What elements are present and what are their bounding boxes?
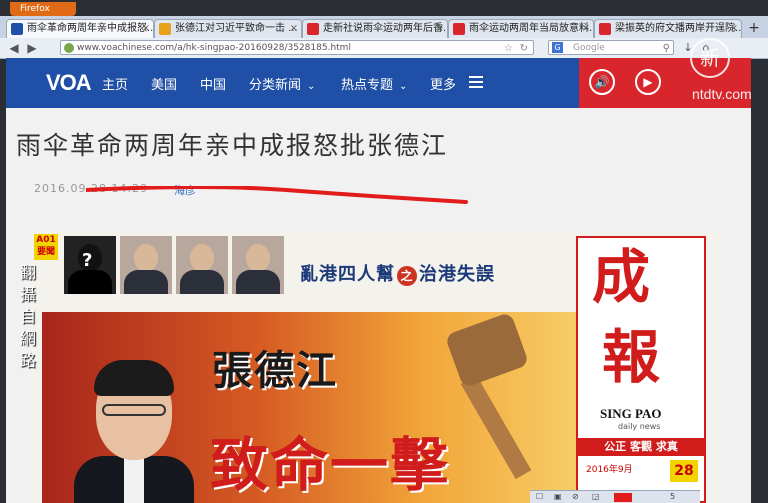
navigation-bar: ◀ ▶ www.voachinese.com/a/hk-singpao-2016… — [0, 38, 768, 59]
tab-label: 走新社说雨伞运动两年后香... — [323, 23, 448, 34]
portrait-body — [236, 270, 280, 294]
tab-label: 梁振英的府文播两岸开逞院... — [615, 23, 742, 34]
subhead-right: 治港失誤 — [419, 264, 495, 285]
subhead-left: 亂港四人幫 — [300, 264, 395, 285]
ntd-logo-icon: 新 — [690, 38, 730, 78]
masthead-english-sub: daily news — [618, 422, 661, 431]
tab-close-icon[interactable]: × — [290, 20, 298, 38]
bookmark-star-icon[interactable]: ☆ — [504, 41, 513, 56]
portrait-hair — [94, 360, 174, 396]
tab-umbrella-anniversary[interactable]: 雨伞运动两周年当局放意料... × — [448, 19, 594, 38]
site-favicon-icon — [159, 23, 171, 35]
chevron-down-icon: ⌄ — [307, 81, 316, 92]
screenshot-frame: Firefox 雨伞革命两周年亲中成报怒... × 张德江对习近平致命一击 ..… — [0, 0, 768, 503]
masthead-char-1: 成 — [592, 243, 651, 311]
site-favicon-icon — [307, 23, 319, 35]
url-bar[interactable]: www.voachinese.com/a/hk-singpao-20160928… — [60, 40, 534, 55]
sing-pao-masthead: 成 報 SING PAO daily news 公正 客觀 求真 2016年9月… — [576, 236, 706, 503]
tab-bar: 雨伞革命两周年亲中成报怒... × 张德江对习近平致命一击 ... × 走新社说… — [0, 16, 768, 38]
portrait-glasses — [102, 404, 166, 416]
portrait-official-2 — [176, 236, 228, 294]
portrait-official-3 — [232, 236, 284, 294]
gavel-icon — [444, 312, 530, 389]
nav-item-us[interactable]: 美国 — [151, 74, 177, 93]
subhead-connector: 之 — [397, 266, 417, 286]
chevron-down-icon: ⌄ — [399, 81, 408, 92]
back-button[interactable]: ◀ — [6, 40, 22, 56]
gavel-handle — [460, 374, 532, 480]
portrait-unknown: ? — [64, 236, 116, 294]
search-icon[interactable]: ⚲ — [663, 41, 670, 56]
masthead-date: 2016年9月 — [586, 465, 633, 475]
firefox-menu-button[interactable]: Firefox — [10, 2, 76, 16]
color-swatch[interactable] — [614, 493, 632, 502]
newspaper-headline-black: 張德江 — [212, 348, 338, 394]
toolbar-item-1[interactable]: ☐ — [536, 491, 543, 503]
site-identity-icon[interactable] — [64, 43, 74, 53]
nav-label: 分类新闻 — [249, 78, 302, 93]
newspaper-main-panel: 張德江 致命一擊 — [42, 312, 590, 503]
new-tab-button[interactable]: + — [745, 19, 763, 37]
question-mark: ? — [82, 250, 93, 271]
ntd-watermark: ntdtv.com — [692, 86, 752, 102]
menu-icon[interactable] — [469, 76, 483, 88]
portrait-head — [134, 244, 158, 272]
newspaper-headline-red: 致命一擊 — [210, 431, 451, 499]
masthead-day: 28 — [670, 460, 698, 482]
play-icon[interactable]: ▶ — [635, 69, 661, 95]
toolbar-item-3[interactable]: ⊘ — [572, 491, 579, 503]
newspaper-subhead: 亂港四人幫之治港失誤 — [300, 260, 495, 286]
site-favicon-icon — [599, 23, 611, 35]
reload-icon[interactable]: ↻ — [520, 41, 528, 56]
toolbar-item-4[interactable]: ◲ — [592, 491, 600, 503]
voa-header: VOA 主页 美国 中国 分类新闻 ⌄ 热点专题 ⌄ 更多 🔊 ▶ — [6, 58, 751, 108]
web-page: VOA 主页 美国 中国 分类新闻 ⌄ 热点专题 ⌄ 更多 🔊 ▶ 雨伞革命两周年亲… — [6, 58, 751, 503]
nav-item-home[interactable]: 主页 — [102, 74, 128, 93]
google-icon: G — [552, 42, 563, 53]
masthead-motto: 公正 客觀 求真 — [578, 438, 704, 456]
forward-button[interactable]: ▶ — [24, 40, 40, 56]
toolbar-item-5[interactable]: 5 — [670, 491, 675, 503]
tab-close-icon[interactable]: × — [730, 20, 738, 38]
nav-label: 热点专题 — [341, 78, 394, 93]
tab-close-icon[interactable]: × — [582, 20, 590, 38]
site-favicon-icon — [453, 23, 465, 35]
voa-logo[interactable]: VOA — [46, 70, 92, 96]
masthead-char-2: 報 — [602, 323, 661, 391]
tab-zhang-dejiang[interactable]: 张德江对习近平致命一击 ... × — [154, 19, 302, 38]
search-placeholder: Google — [573, 43, 605, 53]
article-headline: 雨伞革命两周年亲中成报怒批张德江 — [16, 131, 449, 160]
tab-close-icon[interactable]: × — [142, 20, 150, 38]
nav-item-topics[interactable]: 热点专题 ⌄ — [341, 74, 407, 93]
portrait-body — [68, 270, 112, 294]
audio-icon[interactable]: 🔊 — [589, 69, 615, 95]
portrait-body — [180, 270, 224, 294]
masthead-english: SING PAO — [600, 406, 662, 421]
portrait-head — [246, 244, 270, 272]
tab-voa-article[interactable]: 雨伞革命两周年亲中成报怒... × — [6, 19, 154, 38]
toolbar-item-2[interactable]: ▣ — [554, 491, 562, 503]
url-text: www.voachinese.com/a/hk-singpao-20160928… — [77, 43, 351, 53]
page-tag-badge: A01 要聞 — [34, 234, 58, 260]
voa-favicon-icon — [11, 23, 23, 35]
search-input[interactable]: G Google ⚲ — [548, 40, 674, 55]
tab-leung-chun-ying[interactable]: 梁振英的府文播两岸开逞院... × — [594, 19, 742, 38]
portrait-body — [124, 270, 168, 294]
tab-label: 张德江对习近平致命一击 ... — [175, 23, 298, 34]
source-caption: 翻攝自網路 — [20, 263, 37, 370]
portrait-main — [74, 352, 194, 503]
tab-close-icon[interactable]: × — [436, 20, 444, 38]
red-underline-annotation — [86, 186, 468, 204]
portrait-official-1 — [120, 236, 172, 294]
nav-item-china[interactable]: 中国 — [200, 74, 226, 93]
tab-label: 雨伞运动两周年当局放意料... — [469, 23, 594, 34]
nav-item-categories[interactable]: 分类新闻 ⌄ — [249, 74, 315, 93]
bottom-toolbar: ☐ ▣ ⊘ ◲ 5 — [530, 490, 700, 503]
nav-item-more[interactable]: 更多 — [430, 74, 456, 93]
portrait-head — [190, 244, 214, 272]
portrait-shirt — [124, 456, 144, 503]
tab-umbrella-movement[interactable]: 走新社说雨伞运动两年后香... × — [302, 19, 448, 38]
tab-label: 雨伞革命两周年亲中成报怒... — [27, 23, 154, 34]
